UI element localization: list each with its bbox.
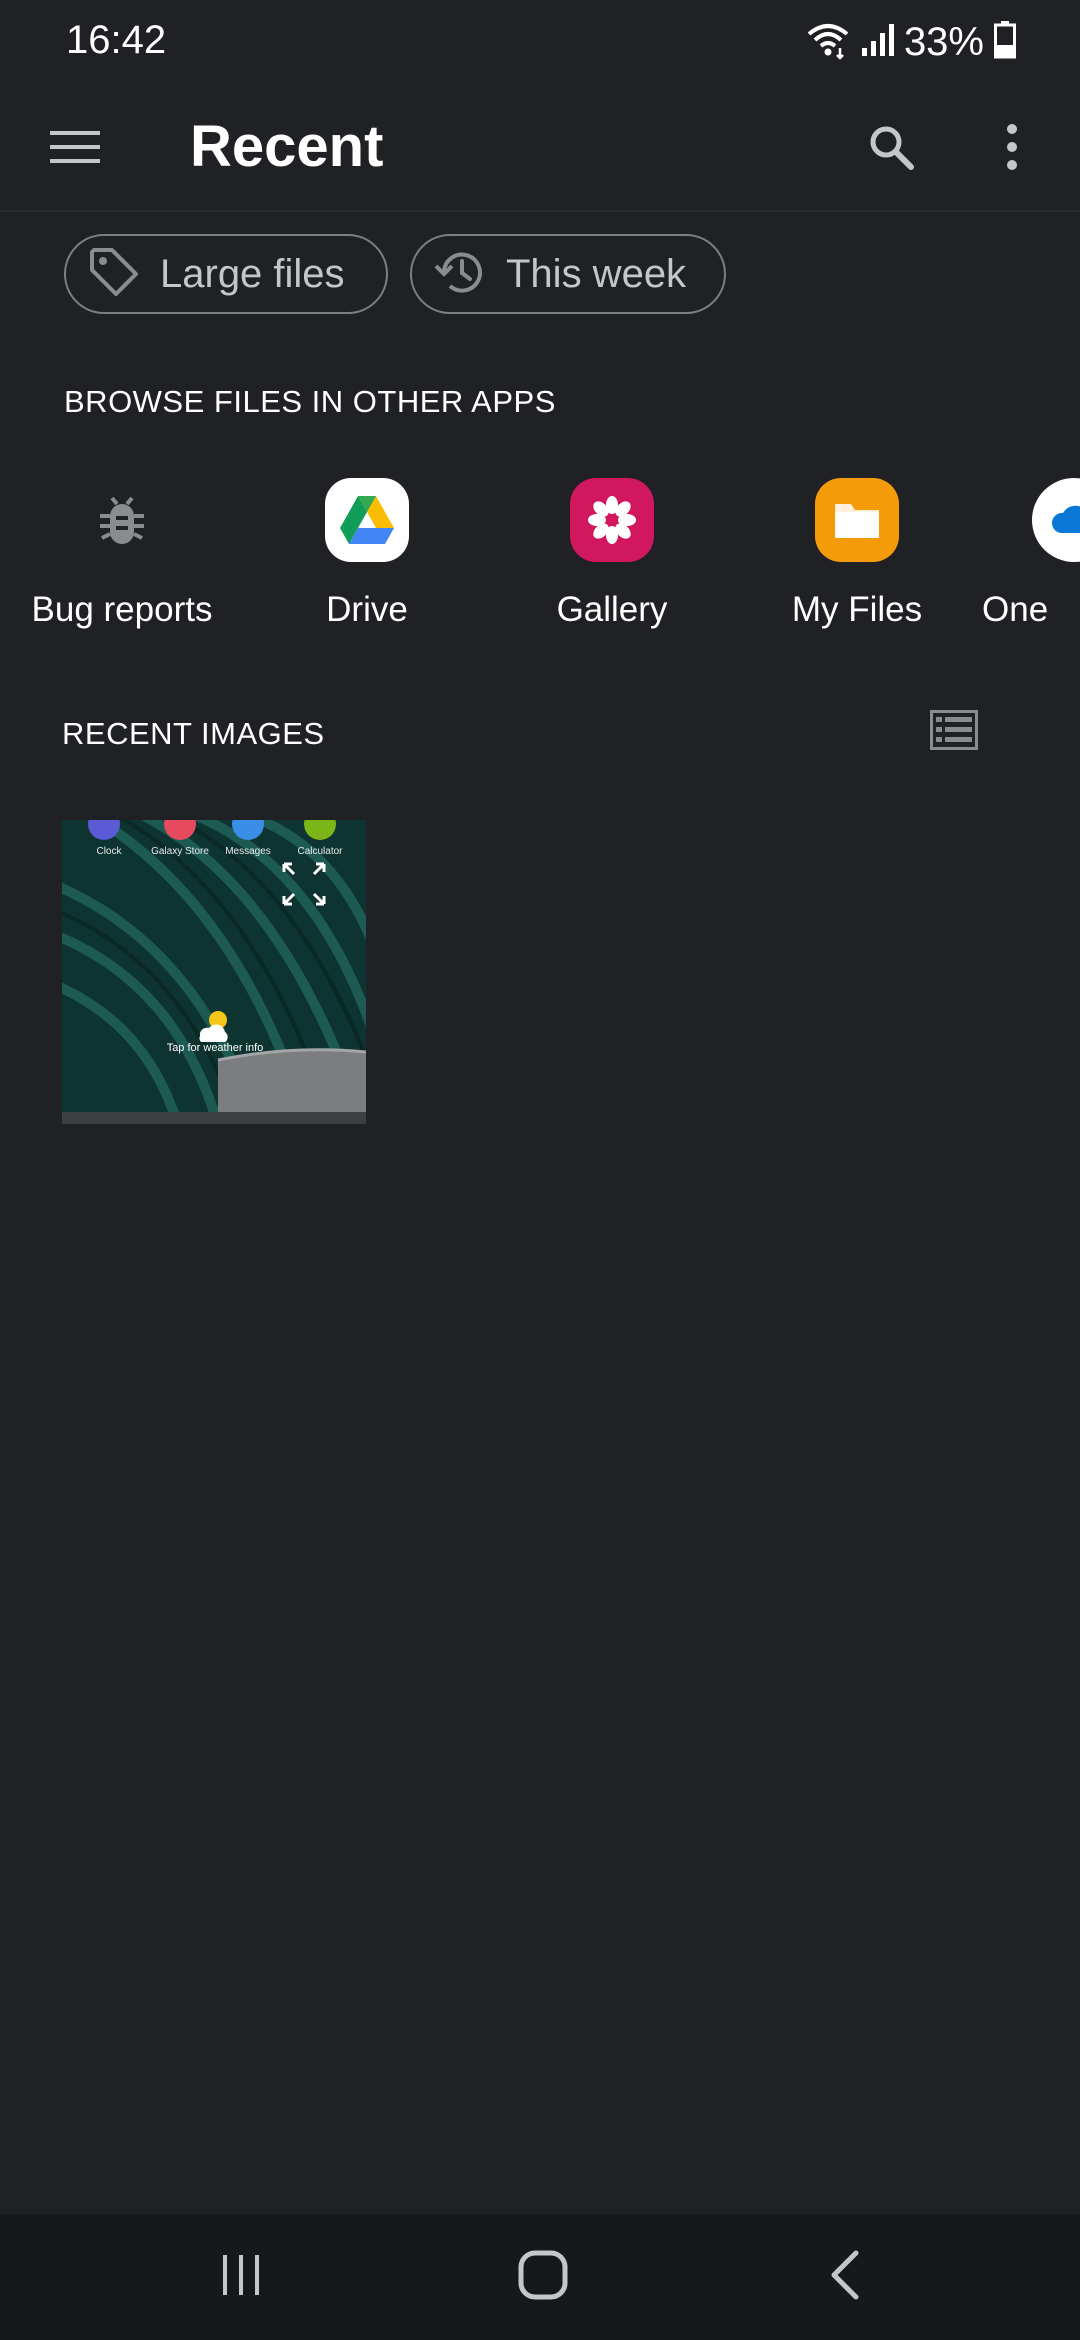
bug-icon (80, 478, 164, 562)
app-item-my-files[interactable]: My Files (747, 478, 967, 630)
more-vert-icon (1005, 123, 1019, 176)
thumbnail-weather-text: Tap for weather info (166, 1042, 264, 1054)
app-label: Drive (326, 590, 408, 629)
app-label: Gallery (556, 590, 668, 629)
status-icons: 33% (806, 20, 1016, 65)
battery-percent: 33% (903, 20, 984, 64)
menu-button[interactable] (40, 114, 110, 184)
thumbnail-app-label: Messages (225, 846, 271, 857)
browse-section-heading: BROWSE FILES IN OTHER APPS (64, 384, 556, 419)
google-drive-icon (325, 478, 409, 562)
search-button[interactable] (854, 112, 928, 186)
folder-icon (815, 478, 899, 562)
search-icon (867, 123, 915, 176)
app-item-gallery[interactable]: Gallery (502, 478, 722, 630)
wifi-icon (806, 20, 850, 65)
app-item-onedrive[interactable]: One (950, 478, 1080, 630)
recent-apps-button[interactable] (196, 2242, 286, 2312)
chip-label: Large files (160, 251, 345, 296)
back-button[interactable] (800, 2242, 890, 2312)
status-bar: 16:42 33% (0, 0, 1080, 84)
gallery-flower-icon (570, 478, 654, 562)
recent-images-heading: RECENT IMAGES (62, 716, 325, 751)
thumbnail-app-label: Clock (96, 846, 122, 857)
battery-icon (994, 21, 1016, 64)
app-item-bug-reports[interactable]: Bug reports (12, 478, 232, 630)
home-button[interactable] (498, 2242, 588, 2312)
large-files-chip[interactable]: Large files (64, 234, 388, 314)
home-icon (518, 2250, 568, 2305)
thumbnail-app-label: Calculator (297, 846, 343, 857)
wallpaper-image (62, 820, 366, 1124)
app-bar: Recent (0, 84, 1080, 212)
status-time: 16:42 (66, 18, 167, 62)
list-view-toggle-button[interactable] (922, 702, 986, 762)
onedrive-icon (1032, 478, 1080, 562)
recent-image-thumbnail[interactable]: Clock Galaxy Store Messages Calculator T… (62, 820, 366, 1124)
recent-apps-icon (219, 2253, 263, 2302)
back-icon (828, 2250, 862, 2305)
page-title: Recent (190, 114, 384, 179)
navigation-bar (0, 2214, 1080, 2340)
app-label: My Files (791, 590, 923, 629)
hamburger-menu-icon (50, 129, 100, 170)
list-view-icon (930, 709, 978, 755)
signal-icon (860, 22, 894, 63)
history-icon (432, 244, 488, 305)
app-item-drive[interactable]: Drive (257, 478, 477, 630)
app-label: One (982, 590, 1049, 629)
chip-label: This week (506, 251, 687, 296)
thumbnail-app-label: Galaxy Store (151, 846, 209, 857)
tag-icon (86, 244, 142, 305)
this-week-chip[interactable]: This week (410, 234, 726, 314)
more-options-button[interactable] (980, 112, 1044, 186)
app-label: Bug reports (31, 590, 213, 629)
